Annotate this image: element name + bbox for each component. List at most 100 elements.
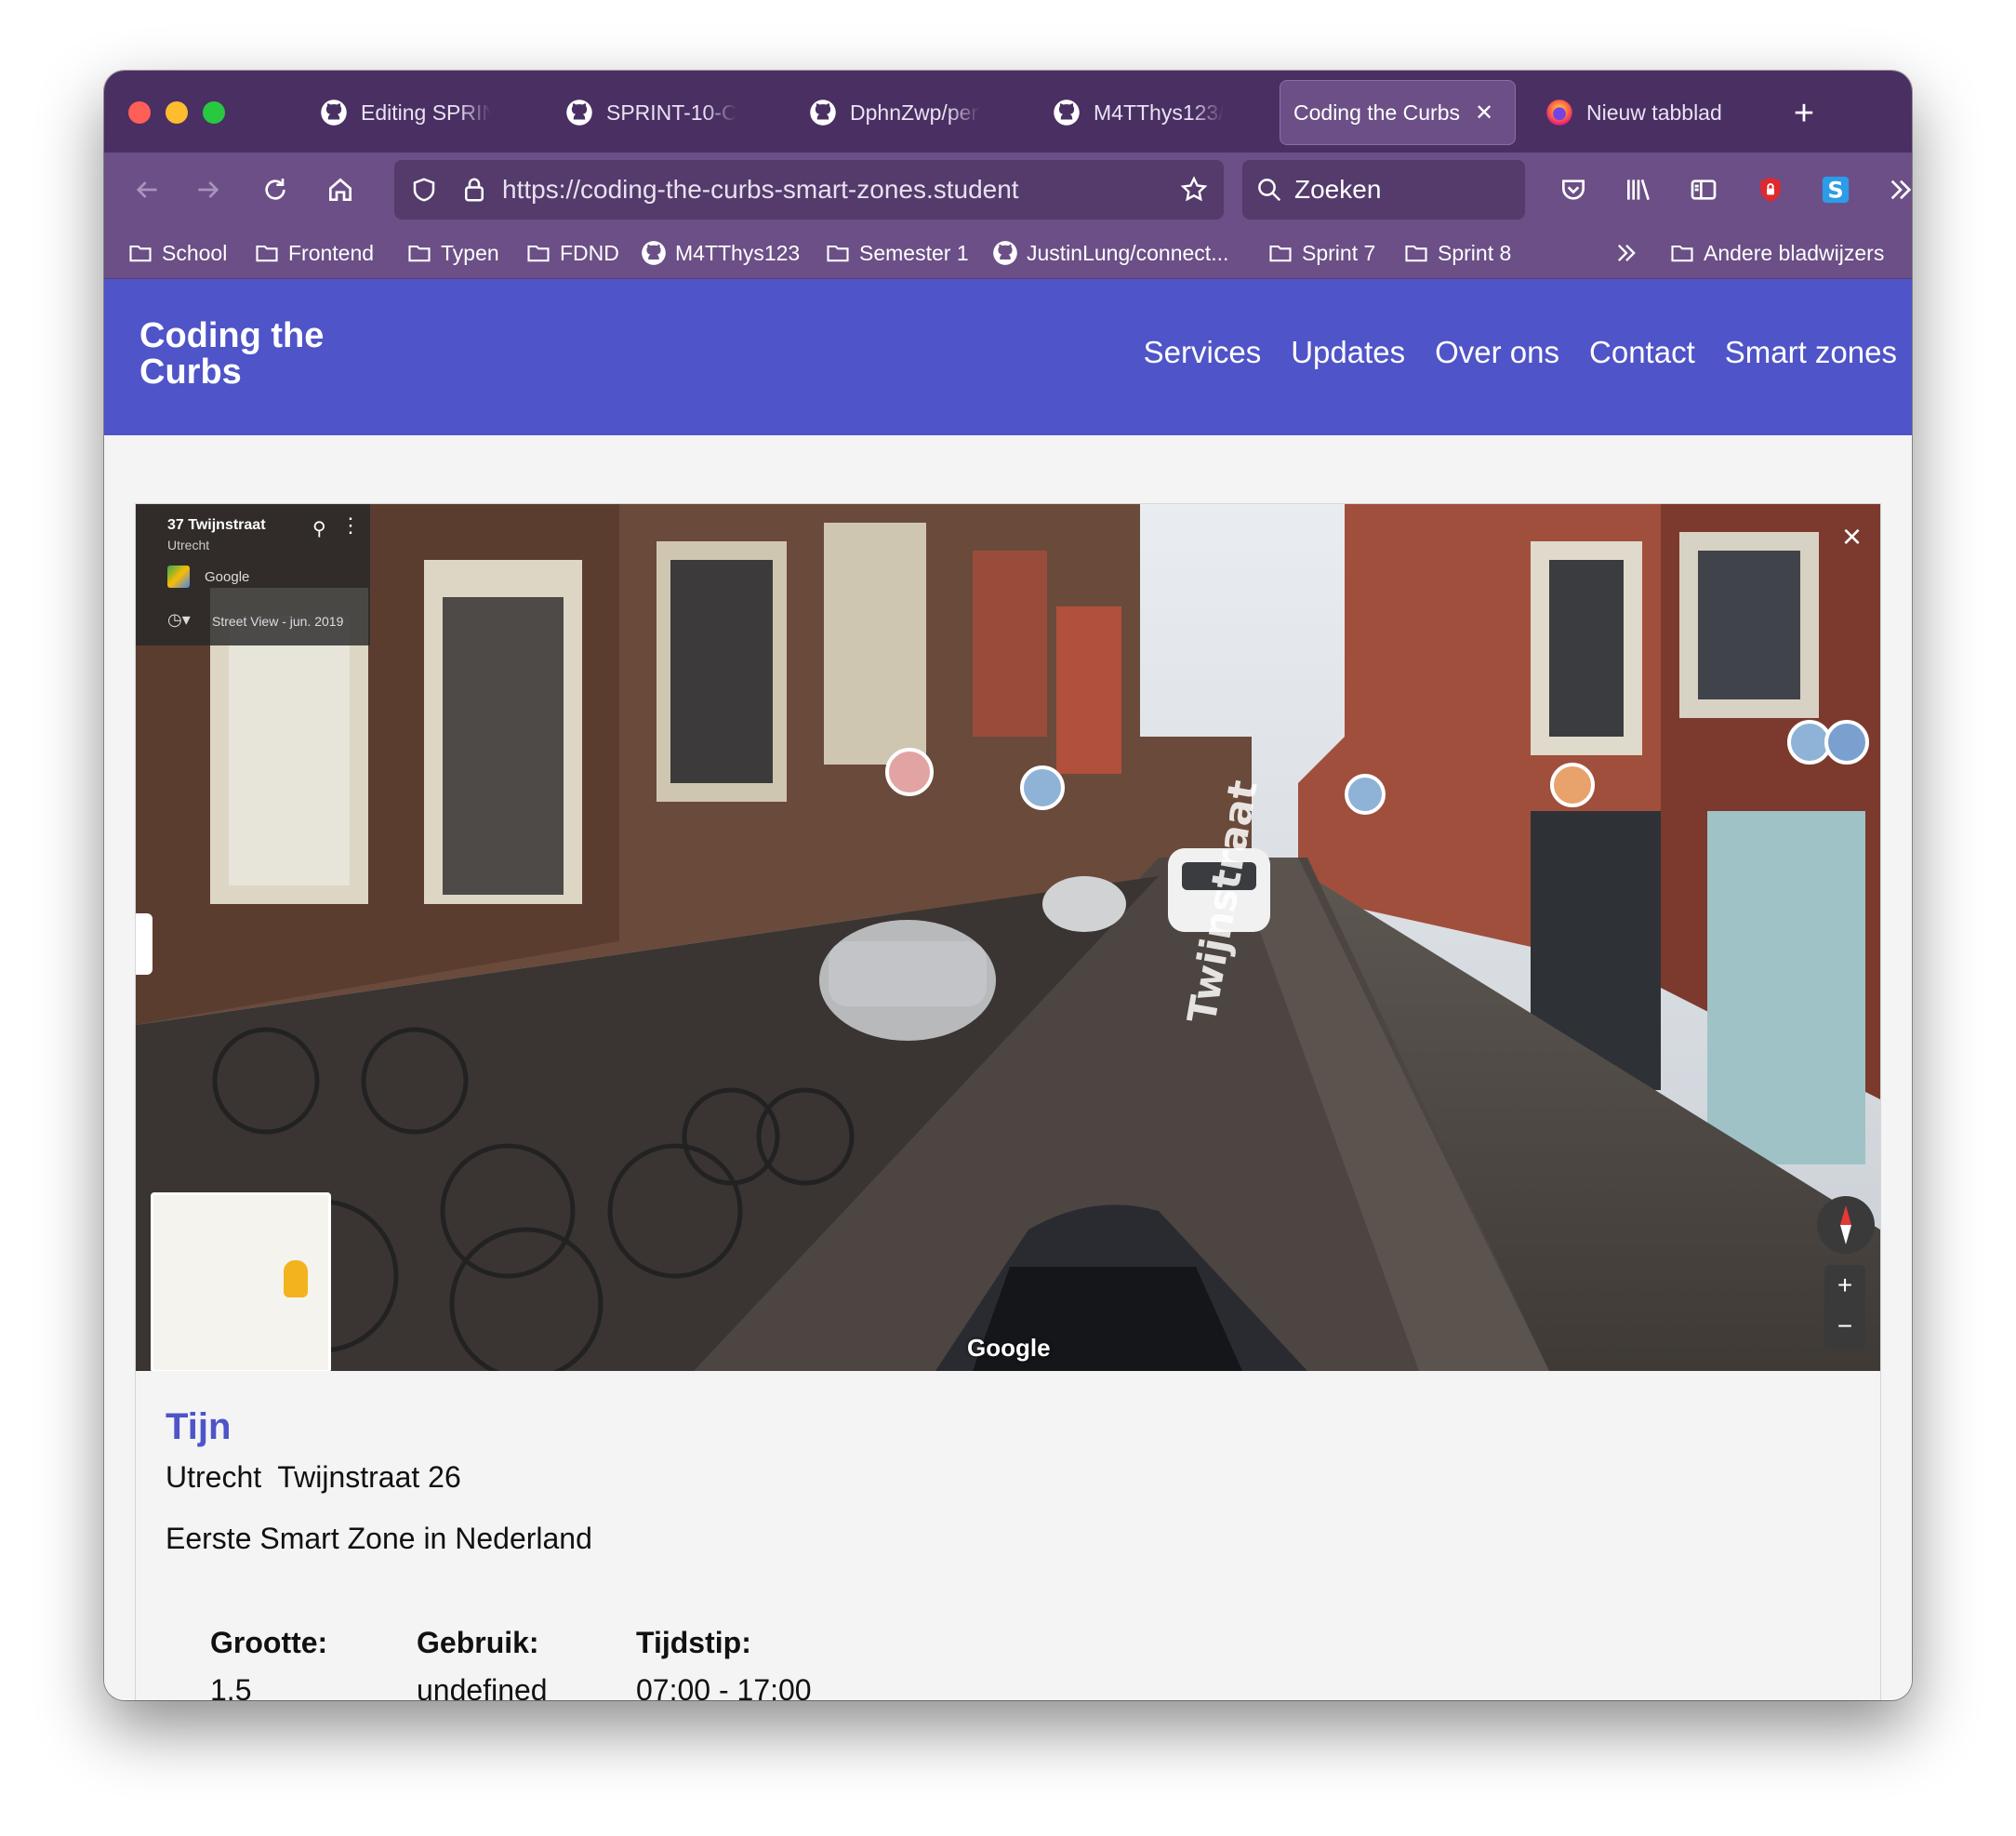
star-icon[interactable]	[1174, 169, 1214, 210]
minimap[interactable]	[151, 1192, 331, 1371]
clock-icon[interactable]: ◷▾	[167, 610, 191, 630]
s-extension-icon: S	[1822, 176, 1850, 204]
navigation-toolbar: https://coding-the-curbs-smart-zones.stu…	[104, 153, 1912, 227]
pocket-button[interactable]	[1549, 166, 1598, 214]
shield-icon[interactable]	[404, 169, 444, 210]
nav-link-smart-zones[interactable]: Smart zones	[1725, 335, 1897, 370]
nav-link-services[interactable]: Services	[1144, 335, 1262, 370]
stat-value: 1.5	[210, 1673, 252, 1700]
bookmark-school[interactable]: School	[126, 236, 227, 270]
tab-m4tthys123[interactable]: M4TThys123/SPI	[1040, 80, 1237, 145]
tab-label: Nieuw tabblad	[1586, 100, 1722, 125]
sidebar-button[interactable]	[1679, 166, 1728, 214]
bookmark-label: Frontend	[288, 240, 375, 265]
compass-icon[interactable]	[1817, 1196, 1875, 1254]
lock-icon[interactable]	[454, 169, 495, 210]
close-tab-icon[interactable]: ✕	[1475, 100, 1493, 126]
github-icon	[809, 99, 837, 126]
search-icon	[1258, 179, 1281, 202]
tab-label: Editing SPRINT-1	[361, 100, 491, 125]
github-icon	[565, 99, 593, 126]
firefox-icon	[1545, 99, 1573, 126]
folder-icon	[524, 239, 552, 267]
stat-size: Grootte: 1.5	[210, 1626, 327, 1700]
stat-time: Tijdstip: 07:00 - 17:00	[636, 1626, 812, 1700]
github-icon	[640, 239, 668, 267]
double-chevron-icon	[1890, 180, 1912, 200]
close-window-button[interactable]	[128, 101, 151, 124]
tab-label: Coding the Curbs	[1293, 100, 1460, 125]
bookmark-typen[interactable]: Typen	[405, 236, 499, 270]
double-chevron-icon	[1612, 239, 1640, 267]
street-view-image: Twijnstraat	[136, 504, 1880, 1371]
site-nav: Services Updates Over ons Contact Smart …	[1144, 335, 1897, 370]
zone-name: Tijn	[166, 1406, 232, 1447]
street-view-embed[interactable]: Twijnstraat 37 Twijnstraat Utrecht ⚲ ⋮ G…	[136, 504, 1880, 1371]
google-watermark: Google	[967, 1334, 1051, 1362]
site-logo[interactable]: Coding the Curbs	[139, 318, 363, 391]
reload-button[interactable]	[251, 166, 299, 214]
tab-nieuw-tabblad[interactable]: Nieuw tabblad	[1532, 80, 1752, 145]
library-button[interactable]	[1614, 166, 1663, 214]
page-content: Coding the Curbs Services Updates Over o…	[104, 279, 1912, 1700]
site-header: Coding the Curbs Services Updates Over o…	[104, 279, 1912, 435]
reload-icon	[265, 179, 285, 200]
zoom-in-button[interactable]: +	[1824, 1265, 1865, 1306]
tab-label: DphnZwp/perfor	[850, 100, 980, 125]
forward-button[interactable]	[184, 166, 232, 214]
street-view-address: 37 Twijnstraat	[167, 517, 266, 533]
stat-label: Gebruik:	[417, 1626, 539, 1659]
github-icon	[1053, 99, 1081, 126]
bookmark-m4tthys123[interactable]: M4TThys123	[640, 236, 800, 270]
minimize-window-button[interactable]	[166, 101, 188, 124]
nav-link-updates[interactable]: Updates	[1291, 335, 1405, 370]
new-tab-button[interactable]: +	[1778, 87, 1830, 140]
bookmark-sprint-7[interactable]: Sprint 7	[1267, 236, 1375, 270]
other-bookmarks[interactable]: Andere bladwijzers	[1668, 236, 1884, 270]
stat-usage: Gebruik: undefined	[417, 1626, 548, 1700]
overflow-menu-button[interactable]	[1877, 166, 1912, 214]
stat-value: undefined	[417, 1673, 548, 1700]
address-bar[interactable]: https://coding-the-curbs-smart-zones.stu…	[394, 160, 1224, 220]
github-icon	[320, 99, 348, 126]
bookmark-sprint-8[interactable]: Sprint 8	[1402, 236, 1511, 270]
expand-panel-handle[interactable]	[136, 913, 153, 975]
street-view-provider[interactable]: Google	[205, 569, 249, 585]
bookmark-label: Sprint 7	[1302, 240, 1376, 265]
map-pin-icon[interactable]: ⚲	[312, 517, 326, 540]
tab-sprint-10[interactable]: SPRINT-10-Codi	[552, 80, 749, 145]
google-maps-icon	[167, 565, 190, 588]
tab-editing-sprint[interactable]: Editing SPRINT-1	[307, 80, 504, 145]
svg-text:S: S	[1827, 178, 1843, 204]
url-text[interactable]: https://coding-the-curbs-smart-zones.stu…	[495, 175, 1164, 205]
github-icon	[991, 239, 1019, 267]
tab-coding-the-curbs[interactable]: Coding the Curbs ✕	[1280, 80, 1516, 145]
search-bar[interactable]	[1242, 160, 1525, 220]
tab-dphnzwp[interactable]: DphnZwp/perfor	[796, 80, 993, 145]
bookmark-label: Andere bladwijzers	[1704, 240, 1885, 265]
browser-window: Editing SPRINT-1 SPRINT-10-Codi DphnZwp/…	[104, 71, 1912, 1700]
bookmark-justinlung[interactable]: JustinLung/connect...	[991, 236, 1228, 270]
more-options-icon[interactable]: ⋮	[340, 513, 361, 538]
nav-link-over-ons[interactable]: Over ons	[1435, 335, 1559, 370]
folder-icon	[1267, 239, 1294, 267]
tab-label: M4TThys123/SPI	[1094, 100, 1224, 125]
adblock-extension-button[interactable]	[1746, 166, 1795, 214]
search-input[interactable]	[1294, 175, 1508, 205]
street-view-date: Street View - jun. 2019	[212, 614, 344, 629]
home-button[interactable]	[316, 166, 365, 214]
bookmark-frontend[interactable]: Frontend	[253, 236, 374, 270]
bookmark-semester-1[interactable]: Semester 1	[824, 236, 969, 270]
nav-link-contact[interactable]: Contact	[1589, 335, 1695, 370]
stat-label: Grootte:	[210, 1626, 328, 1659]
bookmark-fdnd[interactable]: FDND	[524, 236, 619, 270]
s-extension-button[interactable]: S	[1811, 166, 1860, 214]
tab-label: SPRINT-10-Codi	[606, 100, 736, 125]
back-button[interactable]	[123, 166, 171, 214]
zoom-out-button[interactable]: −	[1824, 1306, 1865, 1347]
maximize-window-button[interactable]	[203, 101, 225, 124]
bookmarks-overflow-button[interactable]	[1612, 236, 1648, 270]
folder-icon	[1402, 239, 1430, 267]
close-icon[interactable]: ×	[1842, 517, 1862, 556]
home-icon	[329, 178, 351, 201]
